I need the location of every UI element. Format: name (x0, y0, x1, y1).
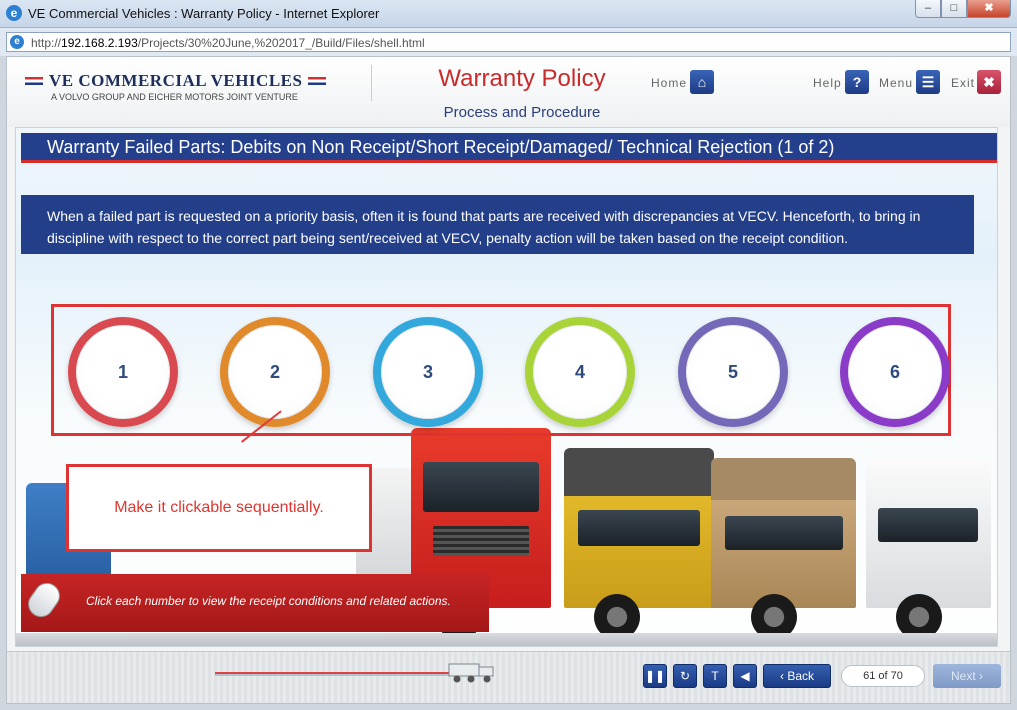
number-button-label: 6 (889, 361, 900, 382)
url-prefix: http:// (31, 36, 62, 50)
exit-label[interactable]: Exit (951, 76, 975, 90)
next-button[interactable]: Next › (933, 664, 1001, 688)
road (16, 633, 997, 646)
course-header: VE COMMERCIAL VEHICLES A VOLVO GROUP AND… (7, 57, 1010, 127)
truck-red-windshield (423, 462, 539, 512)
truck-red-grille (433, 526, 529, 556)
slide-title: Warranty Failed Parts: Debits on Non Rec… (47, 137, 835, 157)
course-subtitle: Process and Procedure (443, 104, 601, 121)
page-icon: e (10, 35, 24, 49)
player-footer: ❚❚ ↻ T ◀ ‹ Back 61 of 70 Next › (7, 651, 1010, 703)
help-label[interactable]: Help (813, 76, 842, 90)
flag-stripe-left (25, 77, 43, 85)
truck-beige (711, 458, 856, 608)
instruction-text: Click each number to view the receipt co… (86, 594, 451, 608)
url-host: 192.168.2.193 (61, 36, 138, 50)
truck-white-right (866, 458, 991, 608)
progress-track (215, 674, 485, 676)
progress-fill (215, 672, 450, 674)
number-button-label: 5 (727, 361, 738, 382)
instruction-bar: Click each number to view the receipt co… (21, 574, 489, 632)
truck-yellow-windshield (578, 510, 700, 546)
number-button-2[interactable]: 2 (220, 317, 330, 427)
truck-progress-icon (448, 663, 494, 683)
number-buttons-container: 1 2 3 4 5 6 (51, 304, 951, 436)
back-button[interactable]: ‹ Back (763, 664, 831, 688)
menu-icon[interactable]: ☰ (916, 70, 940, 94)
slide-title-bar: Warranty Failed Parts: Debits on Non Rec… (21, 133, 997, 163)
number-button-label: 4 (574, 361, 585, 382)
transcript-button[interactable]: T (703, 664, 727, 688)
mouse-icon (23, 577, 65, 623)
number-button-4[interactable]: 4 (525, 317, 635, 427)
course-title: Warranty Policy (438, 65, 606, 92)
slide-stage: Warranty Failed Parts: Debits on Non Rec… (15, 127, 998, 647)
review-callout: Make it clickable sequentially. (66, 464, 372, 552)
home-label[interactable]: Home (651, 76, 687, 90)
internet-explorer-icon: e (6, 5, 22, 21)
truck-white-windshield (878, 508, 978, 542)
number-button-1[interactable]: 1 (68, 317, 178, 427)
close-window-button[interactable]: ✖ (967, 0, 1011, 18)
window-titlebar: e VE Commercial Vehicles : Warranty Poli… (0, 0, 1017, 28)
page-counter: 61 of 70 (841, 665, 925, 687)
help-icon[interactable]: ? (845, 70, 869, 94)
intro-text: When a failed part is requested on a pri… (21, 195, 974, 254)
number-button-label: 2 (269, 361, 280, 382)
maximize-button[interactable]: □ (941, 0, 967, 18)
number-button-3[interactable]: 3 (373, 317, 483, 427)
number-button-6[interactable]: 6 (840, 317, 950, 427)
number-button-label: 1 (117, 361, 128, 382)
truck-yellow (564, 448, 714, 608)
company-logo: VE COMMERCIAL VEHICLES A VOLVO GROUP AND… (25, 71, 327, 102)
window-title: VE Commercial Vehicles : Warranty Policy… (28, 6, 380, 21)
replay-button[interactable]: ↻ (673, 664, 697, 688)
pause-button[interactable]: ❚❚ (643, 664, 667, 688)
number-button-label: 3 (422, 361, 433, 382)
home-icon[interactable]: ⌂ (690, 70, 714, 94)
brand-name: VE COMMERCIAL VEHICLES (49, 71, 303, 90)
address-bar: e http://192.168.2.193/Projects/30%20Jun… (0, 28, 1017, 56)
menu-label[interactable]: Menu (879, 76, 913, 90)
minimize-button[interactable]: – (915, 0, 941, 18)
truck-beige-windshield (725, 516, 843, 550)
header-divider (371, 65, 372, 101)
url-field[interactable]: e http://192.168.2.193/Projects/30%20Jun… (6, 32, 1011, 52)
brand-tagline: A VOLVO GROUP AND EICHER MOTORS JOINT VE… (51, 92, 298, 102)
flag-stripe-right (308, 77, 327, 85)
number-button-5[interactable]: 5 (678, 317, 788, 427)
audio-button[interactable]: ◀ (733, 664, 757, 688)
url-path: /Projects/30%20June,%202017_/Build/Files… (137, 36, 425, 50)
window-controls: – □ ✖ (915, 0, 1011, 18)
course-shell: VE COMMERCIAL VEHICLES A VOLVO GROUP AND… (6, 56, 1011, 704)
url-text[interactable]: http://192.168.2.193/Projects/30%20June,… (31, 36, 425, 50)
exit-icon[interactable]: ✖ (977, 70, 1001, 94)
